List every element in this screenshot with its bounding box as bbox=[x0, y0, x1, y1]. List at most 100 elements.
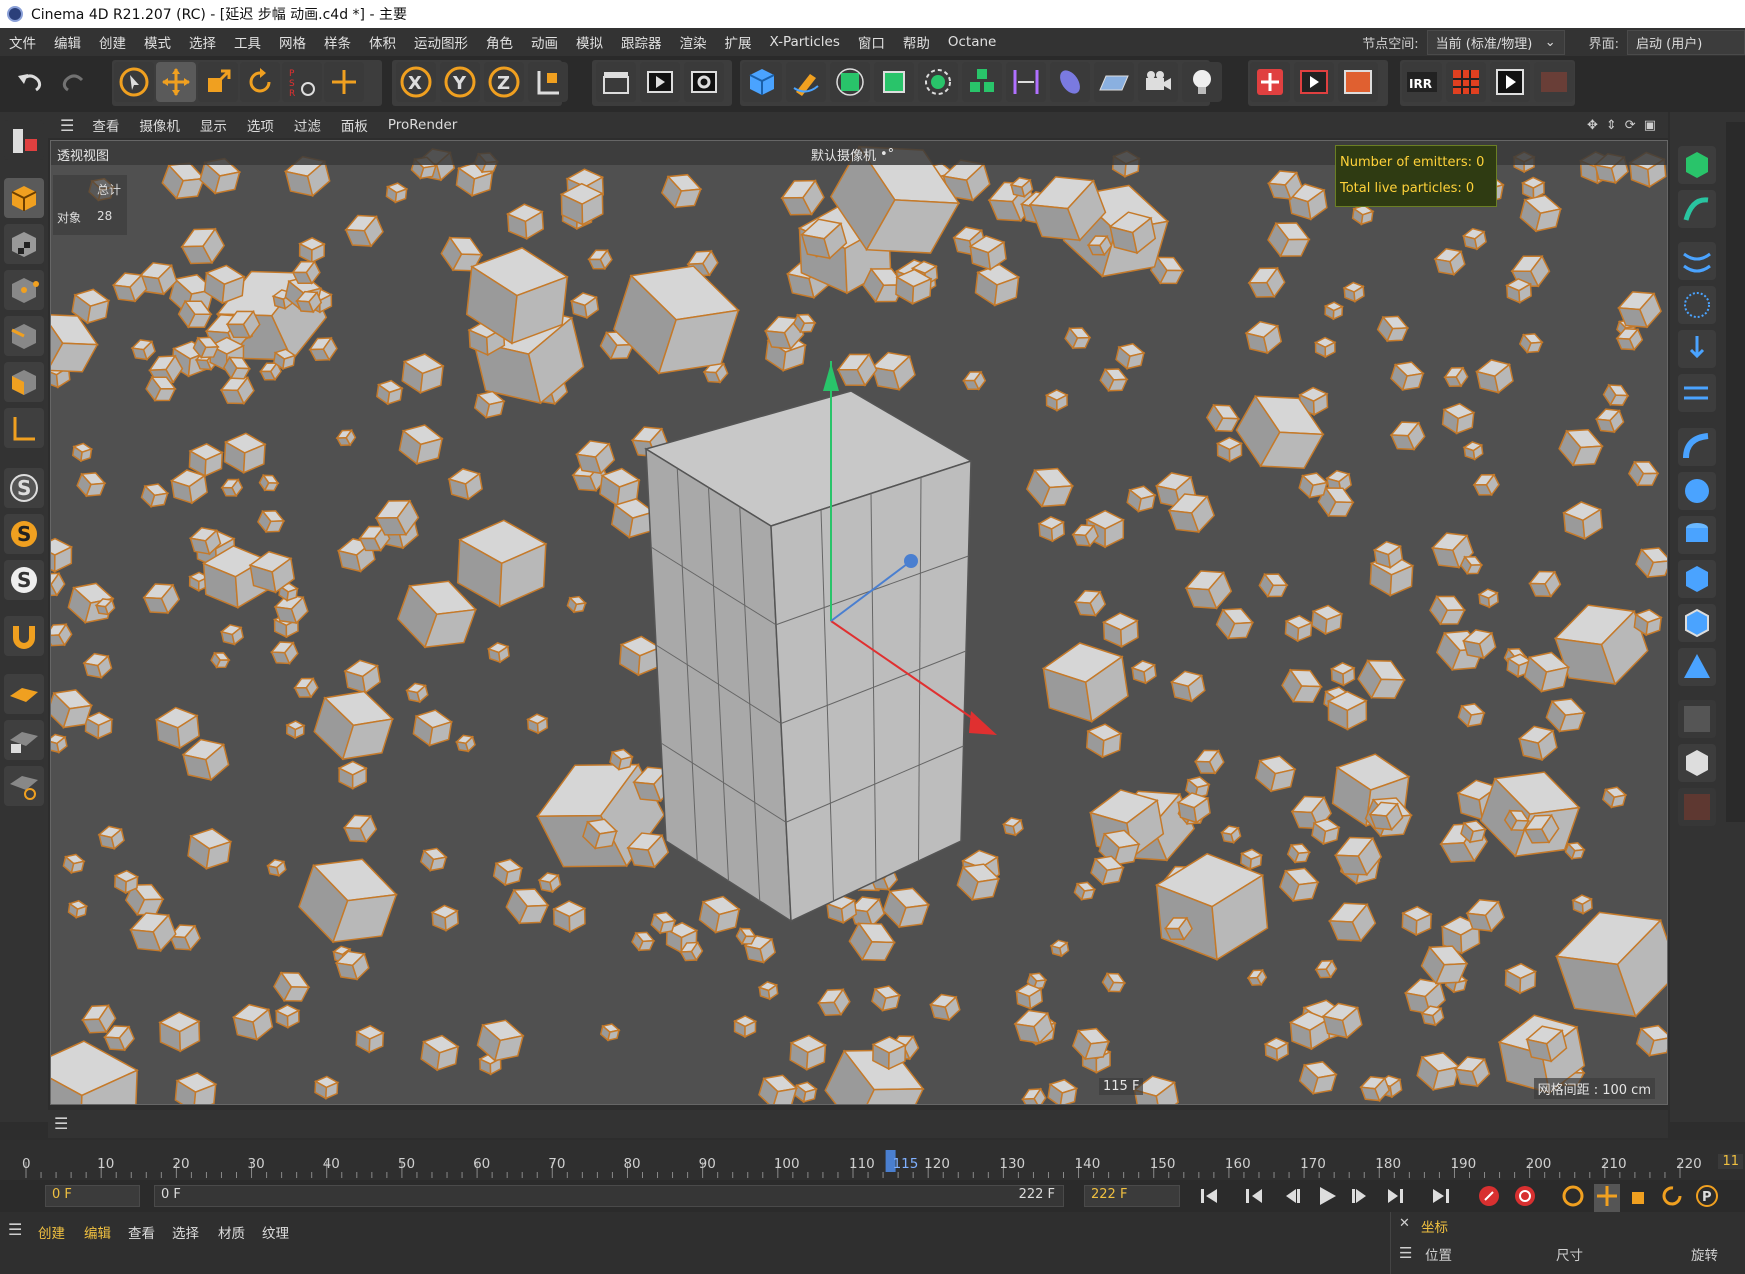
menu-tracker[interactable]: 跟踪器 bbox=[612, 32, 671, 52]
psr-button[interactable]: PSR bbox=[282, 62, 322, 102]
xp-cylinder-button[interactable] bbox=[1678, 516, 1716, 554]
coords-menu-icon[interactable]: ☰ bbox=[1399, 1244, 1412, 1262]
cloner-button[interactable] bbox=[918, 62, 958, 102]
pen-tool-button[interactable] bbox=[786, 62, 826, 102]
material-menu-icon[interactable]: ☰ bbox=[8, 1220, 22, 1239]
move-button[interactable] bbox=[156, 62, 196, 102]
menu-mesh[interactable]: 网格 bbox=[270, 32, 315, 52]
timeline-menu-icon[interactable]: ☰ bbox=[54, 1114, 68, 1133]
viewport-menu-filter[interactable]: 过滤 bbox=[284, 115, 331, 135]
octane-disabled-button[interactable] bbox=[1534, 62, 1574, 102]
go-to-end-button[interactable] bbox=[1430, 1186, 1452, 1210]
model-mode-button[interactable] bbox=[4, 178, 44, 218]
viewport-menu-options[interactable]: 选项 bbox=[237, 115, 284, 135]
menu-create[interactable]: 创建 bbox=[90, 32, 135, 52]
start-frame-field[interactable]: 0 F bbox=[45, 1185, 140, 1207]
deformer-button[interactable] bbox=[1006, 62, 1046, 102]
render-to-picture-viewer-button[interactable] bbox=[640, 62, 680, 102]
undo-button[interactable] bbox=[10, 62, 50, 102]
render-settings-button[interactable] bbox=[684, 62, 724, 102]
edge-mode-button[interactable] bbox=[4, 316, 44, 356]
xp-collider-button[interactable] bbox=[1678, 472, 1716, 510]
material-menu-view[interactable]: 查看 bbox=[128, 1222, 155, 1242]
xp-system-button[interactable] bbox=[1678, 146, 1716, 184]
axis-mode-button[interactable] bbox=[4, 408, 44, 448]
point-mode-button[interactable] bbox=[4, 270, 44, 310]
go-to-start-button[interactable] bbox=[1198, 1186, 1220, 1210]
keyframe-selection-button[interactable] bbox=[1560, 1184, 1586, 1212]
locked-workplane-button[interactable] bbox=[4, 720, 44, 760]
coordinates-tab[interactable]: 坐标 bbox=[1421, 1216, 1448, 1236]
y-axis-lock-button[interactable]: Y bbox=[440, 62, 480, 102]
camera-button[interactable] bbox=[1138, 62, 1178, 102]
xp-generator-button[interactable] bbox=[1678, 242, 1716, 280]
octane-material-button[interactable] bbox=[1338, 62, 1378, 102]
xp-emitter-button[interactable] bbox=[1678, 190, 1716, 228]
texture-mode-button[interactable] bbox=[4, 224, 44, 264]
key-position-button[interactable] bbox=[1594, 1184, 1620, 1212]
viewport-menu-cameras[interactable]: 摄像机 bbox=[129, 115, 190, 135]
polygon-mode-button[interactable] bbox=[4, 362, 44, 402]
menu-animate[interactable]: 动画 bbox=[522, 32, 567, 52]
key-parameter-button[interactable]: P bbox=[1694, 1184, 1720, 1212]
coordinate-system-button[interactable] bbox=[528, 62, 568, 102]
menu-select[interactable]: 选择 bbox=[180, 32, 225, 52]
xp-cube-outline-button[interactable] bbox=[1678, 604, 1716, 642]
play-button[interactable] bbox=[1316, 1185, 1338, 1211]
material-menu-material[interactable]: 材质 bbox=[218, 1222, 245, 1242]
planar-workplane-button[interactable] bbox=[4, 766, 44, 806]
floor-button[interactable] bbox=[1094, 62, 1134, 102]
node-space-dropdown[interactable]: 当前 (标准/物理) ⌄ bbox=[1426, 29, 1565, 55]
menu-mograph[interactable]: 运动图形 bbox=[405, 32, 477, 52]
close-icon[interactable]: ✕ bbox=[1399, 1216, 1410, 1231]
menu-edit[interactable]: 编辑 bbox=[45, 32, 90, 52]
material-menu-texture[interactable]: 纹理 bbox=[262, 1222, 289, 1242]
xp-disabled-button[interactable] bbox=[1678, 788, 1716, 826]
end-frame-field[interactable]: 222 F bbox=[1084, 1185, 1180, 1207]
subdivision-surface-button[interactable] bbox=[830, 62, 870, 102]
redo-button[interactable] bbox=[54, 62, 94, 102]
previous-frame-button[interactable] bbox=[1280, 1186, 1302, 1210]
key-rotation-button[interactable] bbox=[1660, 1184, 1686, 1212]
viewport-menu-panel[interactable]: 面板 bbox=[331, 115, 378, 135]
material-menu-select[interactable]: 选择 bbox=[172, 1222, 199, 1242]
record-button[interactable] bbox=[1476, 1184, 1502, 1212]
viewport-maximize-icon[interactable]: ▣ bbox=[1644, 118, 1656, 133]
preview-range-slider[interactable]: 0 F 222 F bbox=[154, 1185, 1064, 1207]
viewport-menu-view[interactable]: 查看 bbox=[82, 115, 129, 135]
xp-explosia-button[interactable] bbox=[1678, 286, 1716, 324]
xp-turbulence-button[interactable] bbox=[1678, 428, 1716, 466]
menu-mode[interactable]: 模式 bbox=[135, 32, 180, 52]
octane-calendar-button[interactable] bbox=[1446, 62, 1486, 102]
octane-settings-button[interactable] bbox=[1250, 62, 1290, 102]
render-region-button[interactable] bbox=[596, 62, 636, 102]
make-editable-button[interactable] bbox=[4, 120, 44, 160]
menu-octane[interactable]: Octane bbox=[939, 34, 1005, 50]
recent-tool-button[interactable] bbox=[324, 62, 364, 102]
menu-help[interactable]: 帮助 bbox=[894, 32, 939, 52]
menu-simulate[interactable]: 模拟 bbox=[567, 32, 612, 52]
x-axis-lock-button[interactable]: X bbox=[396, 62, 436, 102]
layout-dropdown[interactable]: 启动 (用户) bbox=[1627, 29, 1745, 55]
field-button[interactable] bbox=[1050, 62, 1090, 102]
central-voxel-cube[interactable] bbox=[644, 390, 973, 923]
viewport-pan-icon[interactable]: ✥ bbox=[1587, 118, 1598, 133]
snap-settings-button[interactable]: S bbox=[4, 514, 44, 554]
mograph-button[interactable] bbox=[962, 62, 1002, 102]
interactive-render-region-button[interactable]: IRR bbox=[1402, 62, 1442, 102]
previous-key-button[interactable] bbox=[1244, 1186, 1266, 1210]
rotate-button[interactable] bbox=[240, 62, 280, 102]
material-menu-create[interactable]: 创建 bbox=[38, 1222, 65, 1242]
menu-tools[interactable]: 工具 bbox=[225, 32, 270, 52]
extrude-button[interactable] bbox=[874, 62, 914, 102]
timeline-ruler[interactable]: 0 10 20 30 40 50 60 70 80 90 100 110 115 120 130 140 150… bbox=[0, 1140, 1745, 1180]
z-axis-lock-button[interactable]: Z bbox=[484, 62, 524, 102]
y-axis-arrow[interactable] bbox=[823, 363, 839, 391]
menu-extensions[interactable]: 扩展 bbox=[716, 32, 761, 52]
scale-button[interactable] bbox=[198, 62, 238, 102]
hamburger-icon[interactable]: ☰ bbox=[60, 116, 74, 135]
viewport-menu-prorender[interactable]: ProRender bbox=[378, 117, 467, 133]
light-button[interactable] bbox=[1182, 62, 1222, 102]
menu-window[interactable]: 窗口 bbox=[849, 32, 894, 52]
key-scale-button[interactable] bbox=[1628, 1184, 1654, 1212]
